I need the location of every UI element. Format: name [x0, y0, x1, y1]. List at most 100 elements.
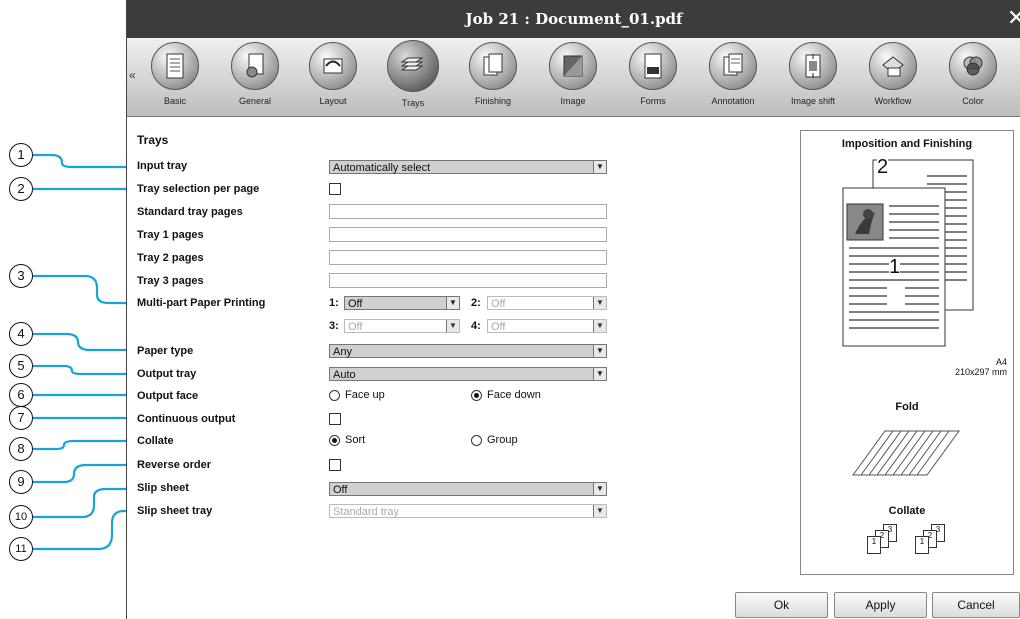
section-title: Trays [137, 133, 169, 147]
multipart-4-num: 4: [471, 320, 481, 332]
sort-radio[interactable] [329, 435, 340, 446]
title-bar: Job 21 : Document_01.pdf ✕ [127, 0, 1020, 38]
output-tray-select[interactable]: Auto ▼ [329, 367, 607, 381]
face-up-label: Face up [345, 389, 385, 401]
tray2-pages-input[interactable] [329, 250, 607, 265]
input-tray-select[interactable]: Automatically select ▼ [329, 160, 607, 174]
tab-color-label: Color [962, 96, 984, 106]
slip-sheet-tray-select[interactable]: Standard tray ▼ [329, 504, 607, 518]
multipart-4-value: Off [491, 321, 506, 333]
preview-title: Imposition and Finishing [841, 138, 973, 150]
chevron-down-icon: ▼ [593, 505, 606, 517]
chevron-down-icon: ▼ [593, 368, 606, 380]
tab-general[interactable]: General [225, 42, 285, 114]
callout-10: 10 [9, 505, 33, 529]
tab-annotation-label: Annotation [711, 96, 755, 106]
reverse-order-checkbox[interactable] [329, 459, 341, 471]
multipart-1-num: 1: [329, 297, 339, 309]
tab-finishing[interactable]: Finishing [463, 42, 523, 114]
callout-7: 7 [9, 406, 33, 430]
slip-sheet-tray-value: Standard tray [333, 506, 400, 518]
multipart-2-num: 2: [471, 297, 481, 309]
tab-finishing-label: Finishing [474, 96, 512, 106]
forms-icon [644, 53, 662, 79]
tray1-pages-input[interactable] [329, 227, 607, 242]
tab-annotation[interactable]: Annotation [703, 42, 763, 114]
collate-page-1: 1 [915, 536, 929, 554]
multipart-3-select[interactable]: Off ▼ [344, 319, 460, 333]
apply-button[interactable]: Apply [834, 592, 927, 618]
tab-basic[interactable]: Basic [145, 42, 205, 114]
output-tray-label: Output tray [137, 368, 197, 380]
tab-forms[interactable]: Forms [623, 42, 683, 114]
tray3-pages-label: Tray 3 pages [137, 275, 204, 287]
window-title: Job 21 : Document_01.pdf [465, 10, 683, 28]
paper-type-label: Paper type [137, 345, 194, 357]
workflow-icon [882, 56, 904, 77]
input-tray-value: Automatically select [333, 162, 431, 174]
multipart-2-select[interactable]: Off ▼ [487, 296, 607, 310]
tab-trays[interactable]: Trays [383, 40, 443, 114]
paper-size-dims: 210x297 mm [954, 367, 1007, 377]
tab-color[interactable]: Color [943, 42, 1003, 114]
group-label: Group [487, 434, 518, 446]
standard-tray-pages-input[interactable] [329, 204, 607, 219]
chevron-down-icon: ▼ [593, 345, 606, 357]
tab-layout[interactable]: Layout [303, 42, 363, 114]
tab-image-shift[interactable]: Image shift [783, 42, 843, 114]
page-2-number: 2 [877, 156, 889, 178]
color-icon [963, 56, 983, 76]
multipart-1-select[interactable]: Off ▼ [344, 296, 460, 310]
preview-panel: Imposition and Finishing 2 1 A4 210x297 … [800, 130, 1014, 575]
collate-title: Collate [888, 505, 926, 517]
slip-sheet-select[interactable]: Off ▼ [329, 482, 607, 496]
continuous-output-checkbox[interactable] [329, 413, 341, 425]
page-1-number: 1 [889, 256, 901, 278]
basic-icon [166, 53, 184, 79]
group-radio[interactable] [471, 435, 482, 446]
collate-label: Collate [137, 435, 174, 447]
standard-tray-pages-label: Standard tray pages [137, 206, 243, 218]
fold-preview-icon [852, 430, 960, 476]
multipart-4-select[interactable]: Off ▼ [487, 319, 607, 333]
tray3-pages-input[interactable] [329, 273, 607, 288]
tab-workflow[interactable]: Workflow [863, 42, 923, 114]
tray1-pages-label: Tray 1 pages [137, 229, 204, 241]
chevron-down-icon: ▼ [593, 483, 606, 495]
tab-trays-label: Trays [401, 98, 425, 108]
tab-forms-label: Forms [640, 96, 666, 106]
face-up-radio[interactable] [329, 390, 340, 401]
ok-button[interactable]: Ok [735, 592, 828, 618]
callout-6: 6 [9, 383, 33, 407]
callout-11: 11 [9, 537, 33, 561]
annotation-icon [723, 53, 743, 76]
multipart-label: Multi-part Paper Printing [137, 297, 266, 309]
multipart-2-value: Off [491, 298, 506, 310]
collate-page-1: 1 [867, 536, 881, 554]
multipart-3-num: 3: [329, 320, 339, 332]
callout-8: 8 [9, 437, 33, 461]
tab-image[interactable]: Image [543, 42, 603, 114]
chevron-down-icon: ▼ [593, 320, 606, 332]
tab-image-shift-label: Image shift [790, 96, 836, 106]
tray-selection-checkbox[interactable] [329, 183, 341, 195]
face-down-label: Face down [487, 389, 541, 401]
tray2-pages-label: Tray 2 pages [137, 252, 204, 264]
imposition-preview [842, 159, 974, 347]
chevron-down-icon: ▼ [593, 161, 606, 173]
trays-icon [401, 57, 423, 71]
paper-type-select[interactable]: Any ▼ [329, 344, 607, 358]
paper-type-value: Any [333, 346, 352, 358]
multipart-1-value: Off [348, 298, 363, 310]
finishing-icon [483, 53, 503, 76]
input-tray-label: Input tray [137, 160, 188, 172]
callout-9: 9 [9, 470, 33, 494]
close-icon[interactable]: ✕ [1007, 6, 1020, 32]
general-icon [246, 53, 264, 78]
chevron-down-icon: ▼ [446, 320, 459, 332]
sort-label: Sort [345, 434, 366, 446]
scroll-left-icon[interactable]: « [129, 68, 139, 84]
face-down-radio[interactable] [471, 390, 482, 401]
slip-sheet-label: Slip sheet [137, 482, 189, 494]
cancel-button[interactable]: Cancel [932, 592, 1020, 618]
